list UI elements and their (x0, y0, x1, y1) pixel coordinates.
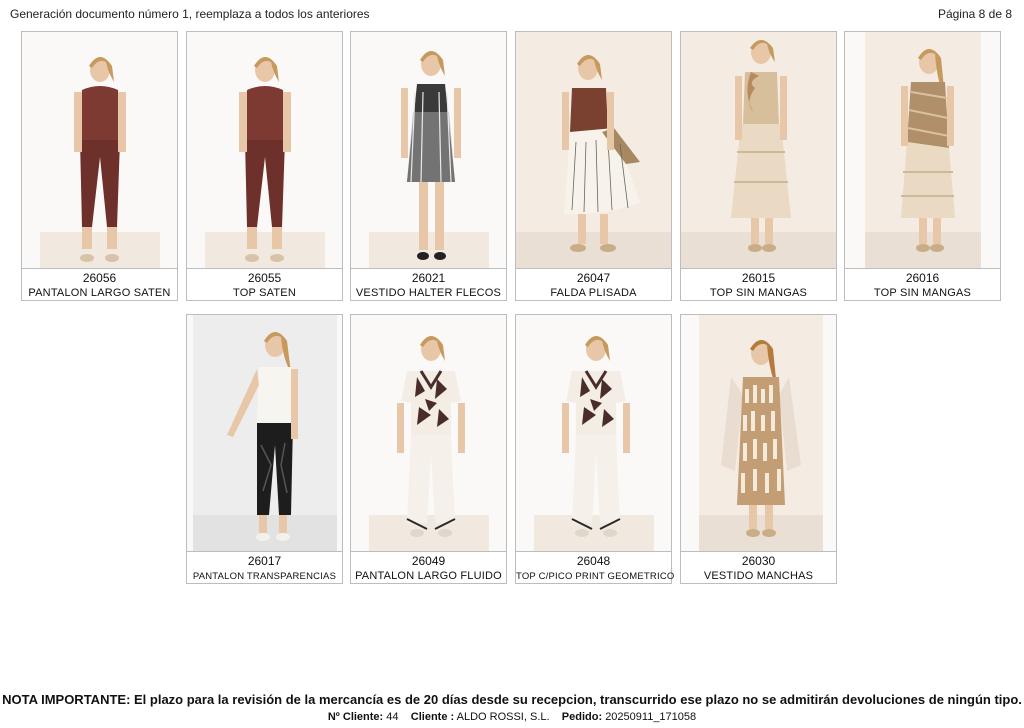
product-photo (351, 315, 506, 552)
product-name: FALDA PLISADA (550, 287, 637, 299)
product-code: 26056 (82, 271, 117, 285)
product-photo (845, 32, 1000, 269)
product-photo (22, 32, 177, 269)
order-footer: Nº Cliente: 44 Cliente : ALDO ROSSI, S.L… (0, 711, 1024, 723)
product-code: 26021 (411, 271, 446, 285)
product-photo (681, 315, 836, 552)
product-code: 26047 (576, 271, 611, 285)
product-card[interactable]: 26047 FALDA PLISADA (515, 31, 672, 301)
product-photo (516, 315, 671, 552)
order-number: 20250911_171058 (605, 711, 697, 723)
product-photo (187, 315, 342, 552)
product-name: VESTIDO MANCHAS (703, 570, 814, 582)
product-photo (681, 32, 836, 269)
product-code: 26030 (741, 554, 776, 568)
product-name: PANTALON LARGO FLUIDO (355, 570, 502, 582)
product-name: TOP C/PICO PRINT GEOMETRICO (516, 571, 675, 582)
product-name: VESTIDO HALTER FLECOS (355, 287, 502, 299)
product-card[interactable]: 26055 TOP SATEN (186, 31, 343, 301)
order-label: Pedido: (561, 711, 603, 723)
product-name: TOP SIN MANGAS (709, 287, 808, 299)
product-code: 26049 (411, 554, 446, 568)
product-code: 26055 (247, 271, 282, 285)
product-card[interactable]: 26048 TOP C/PICO PRINT GEOMETRICO (515, 314, 675, 584)
product-card[interactable]: 26016 TOP SIN MANGAS (844, 31, 1001, 301)
product-photo (187, 32, 342, 269)
client-number: 44 (386, 711, 399, 723)
client-number-label: Nº Cliente: (327, 711, 384, 723)
client-label: Cliente : (410, 711, 455, 723)
product-photo (516, 32, 671, 269)
important-note: NOTA IMPORTANTE: El plazo para la revisi… (2, 692, 1022, 707)
product-name: PANTALON TRANSPARENCIAS (192, 571, 337, 582)
page-number: Página 8 de 8 (937, 7, 1012, 21)
product-code: 26048 (576, 554, 611, 568)
product-code: 26016 (905, 271, 940, 285)
product-card[interactable]: 26030 VESTIDO MANCHAS (680, 314, 837, 584)
product-photo (351, 32, 506, 269)
product-name: PANTALON LARGO SATEN (28, 287, 171, 299)
product-code: 26017 (247, 554, 282, 568)
product-card[interactable]: 26017 PANTALON TRANSPARENCIAS (186, 314, 343, 584)
document-title: Generación documento número 1, reemplaza… (10, 7, 370, 21)
product-card[interactable]: 26056 PANTALON LARGO SATEN (21, 31, 178, 301)
product-card[interactable]: 26015 TOP SIN MANGAS (680, 31, 837, 301)
product-name: TOP SIN MANGAS (873, 287, 972, 299)
product-name: TOP SATEN (233, 287, 296, 299)
product-code: 26015 (741, 271, 776, 285)
product-card[interactable]: 26049 PANTALON LARGO FLUIDO (350, 314, 507, 584)
client-name: ALDO ROSSI, S.L. (456, 711, 550, 723)
product-card[interactable]: 26021 VESTIDO HALTER FLECOS (350, 31, 507, 301)
